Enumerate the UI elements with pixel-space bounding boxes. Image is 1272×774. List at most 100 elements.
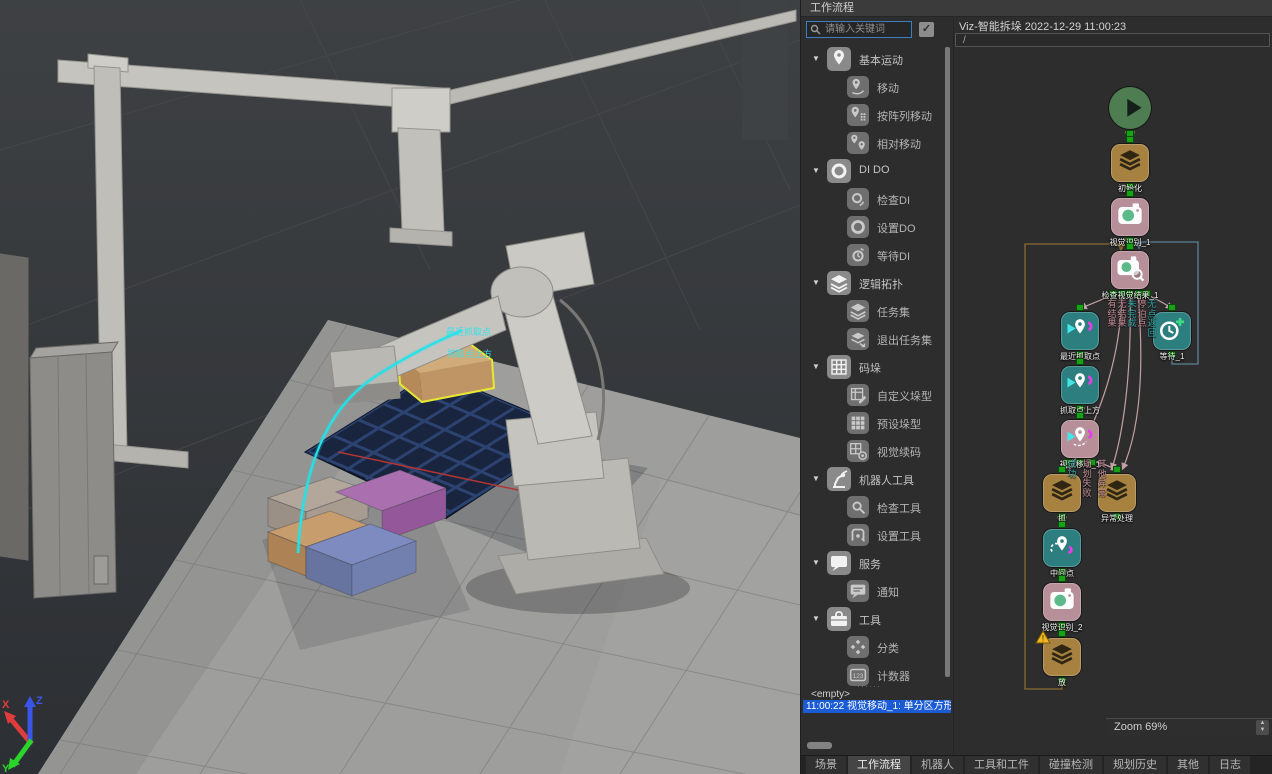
zoom-spinner[interactable]: ▲▼: [1256, 720, 1269, 735]
tree-item[interactable]: 预设垛型: [801, 409, 951, 437]
tree-group-2[interactable]: ▼ 逻辑拓扑: [801, 269, 951, 297]
input-port[interactable]: [1058, 521, 1066, 528]
tree-item[interactable]: 检查工具: [801, 493, 951, 521]
viewport-3d[interactable]: 最近抓取点 抓取点上方 X Z Y: [0, 0, 800, 774]
tree-group-label: 逻辑拓扑: [859, 276, 903, 292]
zoom-bar: Zoom 69% ▲▼: [1106, 718, 1272, 736]
di-check-icon: [847, 188, 869, 210]
flow-node-grab[interactable]: 抓: [1043, 474, 1081, 512]
chevron-down-icon[interactable]: ▼: [812, 167, 820, 175]
tree-group-label: 基本运动: [859, 52, 903, 68]
input-port[interactable]: [1168, 304, 1176, 311]
flow-node-mid_point[interactable]: 中间点: [1043, 529, 1081, 567]
tree-item-label: 设置DO: [877, 220, 916, 236]
tree-item-label: 检查DI: [877, 192, 910, 208]
project-title: Viz-智能拆垛 2022-12-29 11:00:23: [959, 18, 1126, 34]
tree-group-label: 码垛: [859, 360, 881, 376]
tree-group-label: 机器人工具: [859, 472, 914, 488]
task-icon: [1113, 144, 1147, 183]
flow-node-vision1[interactable]: 视觉识别_1: [1111, 198, 1149, 236]
flow-node-nearest_pick[interactable]: 最近抓取点: [1061, 312, 1099, 350]
input-port[interactable]: [1058, 575, 1066, 582]
tree-group-1[interactable]: ▼ DI DO: [801, 157, 951, 185]
input-port[interactable]: [1126, 136, 1134, 143]
edge-label: 其他异常: [1097, 460, 1107, 498]
flowchart-canvas[interactable]: 初始化 视觉识别_1 检查视觉结果_1 最近抓取点 等待_1 抓取点上方 视觉移…: [954, 48, 1272, 737]
tree-item[interactable]: 退出任务集: [801, 325, 951, 353]
tab-1[interactable]: 工作流程: [848, 756, 910, 774]
search-input[interactable]: [823, 23, 911, 36]
input-port[interactable]: [1126, 190, 1134, 197]
breadcrumb[interactable]: /: [955, 33, 1270, 47]
flow-node-init[interactable]: 初始化: [1111, 144, 1149, 182]
pallet-icon: [827, 355, 851, 379]
tree-item-label: 计数器: [877, 668, 910, 684]
chevron-down-icon[interactable]: ▼: [812, 615, 820, 623]
tree-group-6[interactable]: ▼ 工具: [801, 605, 951, 633]
tree-item[interactable]: 相对移动: [801, 129, 951, 157]
tree-item[interactable]: 分类: [801, 633, 951, 661]
input-port[interactable]: [1076, 412, 1084, 419]
tree-group-label: 工具: [859, 612, 881, 628]
pin-move-icon: [847, 76, 869, 98]
status-message-row[interactable]: 11:00:22 视觉移动_1: 单分区方形: [803, 700, 951, 713]
step-library-sidebar: ✓ ▼ 基本运动 移动 按阵列移动 相对移动 ▼ DI DO 检查DI 设置DO…: [801, 17, 951, 755]
chevron-down-icon[interactable]: ▼: [812, 475, 820, 483]
label-above-pick-point: 抓取点上方: [447, 348, 492, 359]
tree-item[interactable]: 视觉续码: [801, 437, 951, 465]
flow-node-above_pick[interactable]: 抓取点上方: [1061, 366, 1099, 404]
panel-title: 工作流程: [801, 0, 1272, 17]
chevron-down-icon[interactable]: ▼: [812, 279, 820, 287]
service-icon: [827, 551, 851, 575]
horizontal-splitter-handle[interactable]: ······: [857, 681, 881, 691]
tree-group-label: DI DO: [859, 164, 890, 176]
tree-group-3[interactable]: ▼ 码垛: [801, 353, 951, 381]
robot-arm-icon: [827, 467, 851, 491]
flow-node-vision2[interactable]: 视觉识别_2: [1043, 583, 1081, 621]
flow-node-label: 放: [1058, 677, 1066, 688]
chevron-down-icon[interactable]: ▼: [812, 55, 820, 63]
tab-6[interactable]: 其他: [1168, 756, 1208, 774]
tab-0[interactable]: 场景: [806, 756, 846, 774]
ring-icon: [847, 216, 869, 238]
tree-item[interactable]: 等待DI: [801, 241, 951, 269]
tab-7[interactable]: 日志: [1210, 756, 1250, 774]
di-wait-icon: [847, 244, 869, 266]
input-port[interactable]: [1058, 630, 1066, 637]
filter-checkbox[interactable]: ✓: [919, 22, 934, 37]
flow-node-vision_move[interactable]: 视觉移动_1: [1061, 420, 1099, 458]
edge-label: 成功: [1067, 460, 1077, 479]
tree-item[interactable]: 按阵列移动: [801, 101, 951, 129]
vision-icon: [1113, 198, 1147, 237]
tree-item[interactable]: 检查DI: [801, 185, 951, 213]
app-window: 最近抓取点 抓取点上方 X Z Y 工作流程: [0, 0, 1272, 774]
tab-4[interactable]: 碰撞检测: [1040, 756, 1102, 774]
tree-item[interactable]: 任务集: [801, 297, 951, 325]
tree-group-5[interactable]: ▼ 服务: [801, 549, 951, 577]
tree-item[interactable]: 设置工具: [801, 521, 951, 549]
input-port[interactable]: [1113, 466, 1121, 473]
flow-node-start[interactable]: [1109, 87, 1151, 129]
chevron-down-icon[interactable]: ▼: [812, 363, 820, 371]
flow-node-wait1[interactable]: 等待_1: [1153, 312, 1191, 350]
input-port[interactable]: [1126, 243, 1134, 250]
tree-item[interactable]: 设置DO: [801, 213, 951, 241]
tree-item[interactable]: 自定义垛型: [801, 381, 951, 409]
label-nearest-pick-point: 最近抓取点: [446, 326, 491, 337]
tree-item[interactable]: 移动: [801, 73, 951, 101]
search-box[interactable]: [806, 21, 912, 38]
tab-3[interactable]: 工具和工件: [965, 756, 1038, 774]
tree-item-label: 相对移动: [877, 136, 921, 152]
tree-item[interactable]: 通知: [801, 577, 951, 605]
flow-node-check_vision[interactable]: 检查视觉结果_1: [1111, 251, 1149, 289]
input-port[interactable]: [1076, 304, 1084, 311]
input-port[interactable]: [1058, 466, 1066, 473]
tab-2[interactable]: 机器人: [912, 756, 963, 774]
tree-group-4[interactable]: ▼ 机器人工具: [801, 465, 951, 493]
tree-group-0[interactable]: ▼ 基本运动: [801, 45, 951, 73]
flow-node-drop[interactable]: ! 放: [1043, 638, 1081, 676]
edge-label: 未完成: [1127, 300, 1137, 329]
tab-5[interactable]: 规划历史: [1104, 756, 1166, 774]
chevron-down-icon[interactable]: ▼: [812, 559, 820, 567]
input-port[interactable]: [1076, 358, 1084, 365]
